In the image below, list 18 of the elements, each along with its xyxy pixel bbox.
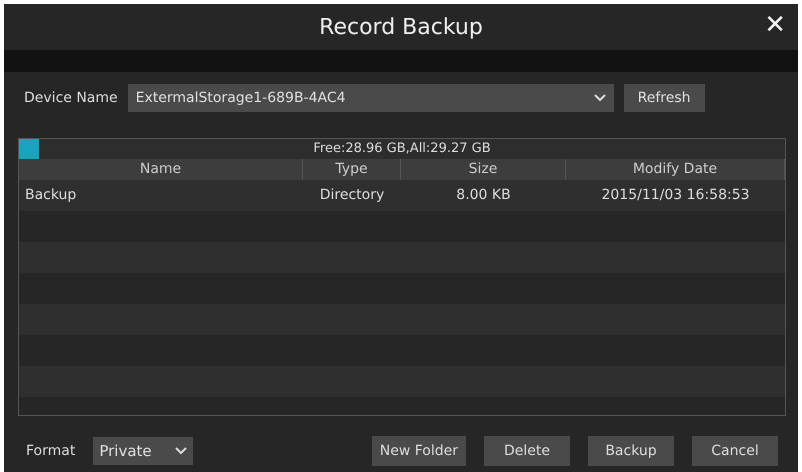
window-title: Record Backup — [319, 14, 483, 42]
table-cell-text: 2015/11/03 16:58:53 — [600, 186, 751, 204]
action-button[interactable]: Delete — [484, 436, 570, 466]
format-label: Format — [26, 442, 76, 460]
action-button[interactable]: New Folder — [372, 436, 466, 466]
chevron-down-icon — [594, 94, 606, 102]
table-cell-text: Directory — [318, 186, 386, 204]
table-cell-text: Backup — [24, 186, 78, 204]
device-name-label: Device Name — [24, 88, 118, 108]
action-button[interactable]: Backup — [588, 436, 674, 466]
table-cell-text: 8.00 KB — [455, 186, 512, 204]
close-button[interactable]: ✕ — [762, 10, 788, 40]
action-button[interactable]: Cancel — [692, 436, 778, 466]
chevron-down-icon — [175, 447, 188, 455]
storage-info-text: Free:28.96 GB,All:29.27 GB — [313, 140, 491, 158]
format-dropdown[interactable]: Private — [93, 437, 194, 465]
device-dropdown[interactable]: ExtermalStorage1-689B-4AC4 — [128, 84, 614, 112]
refresh-button[interactable]: Refresh — [624, 84, 705, 112]
